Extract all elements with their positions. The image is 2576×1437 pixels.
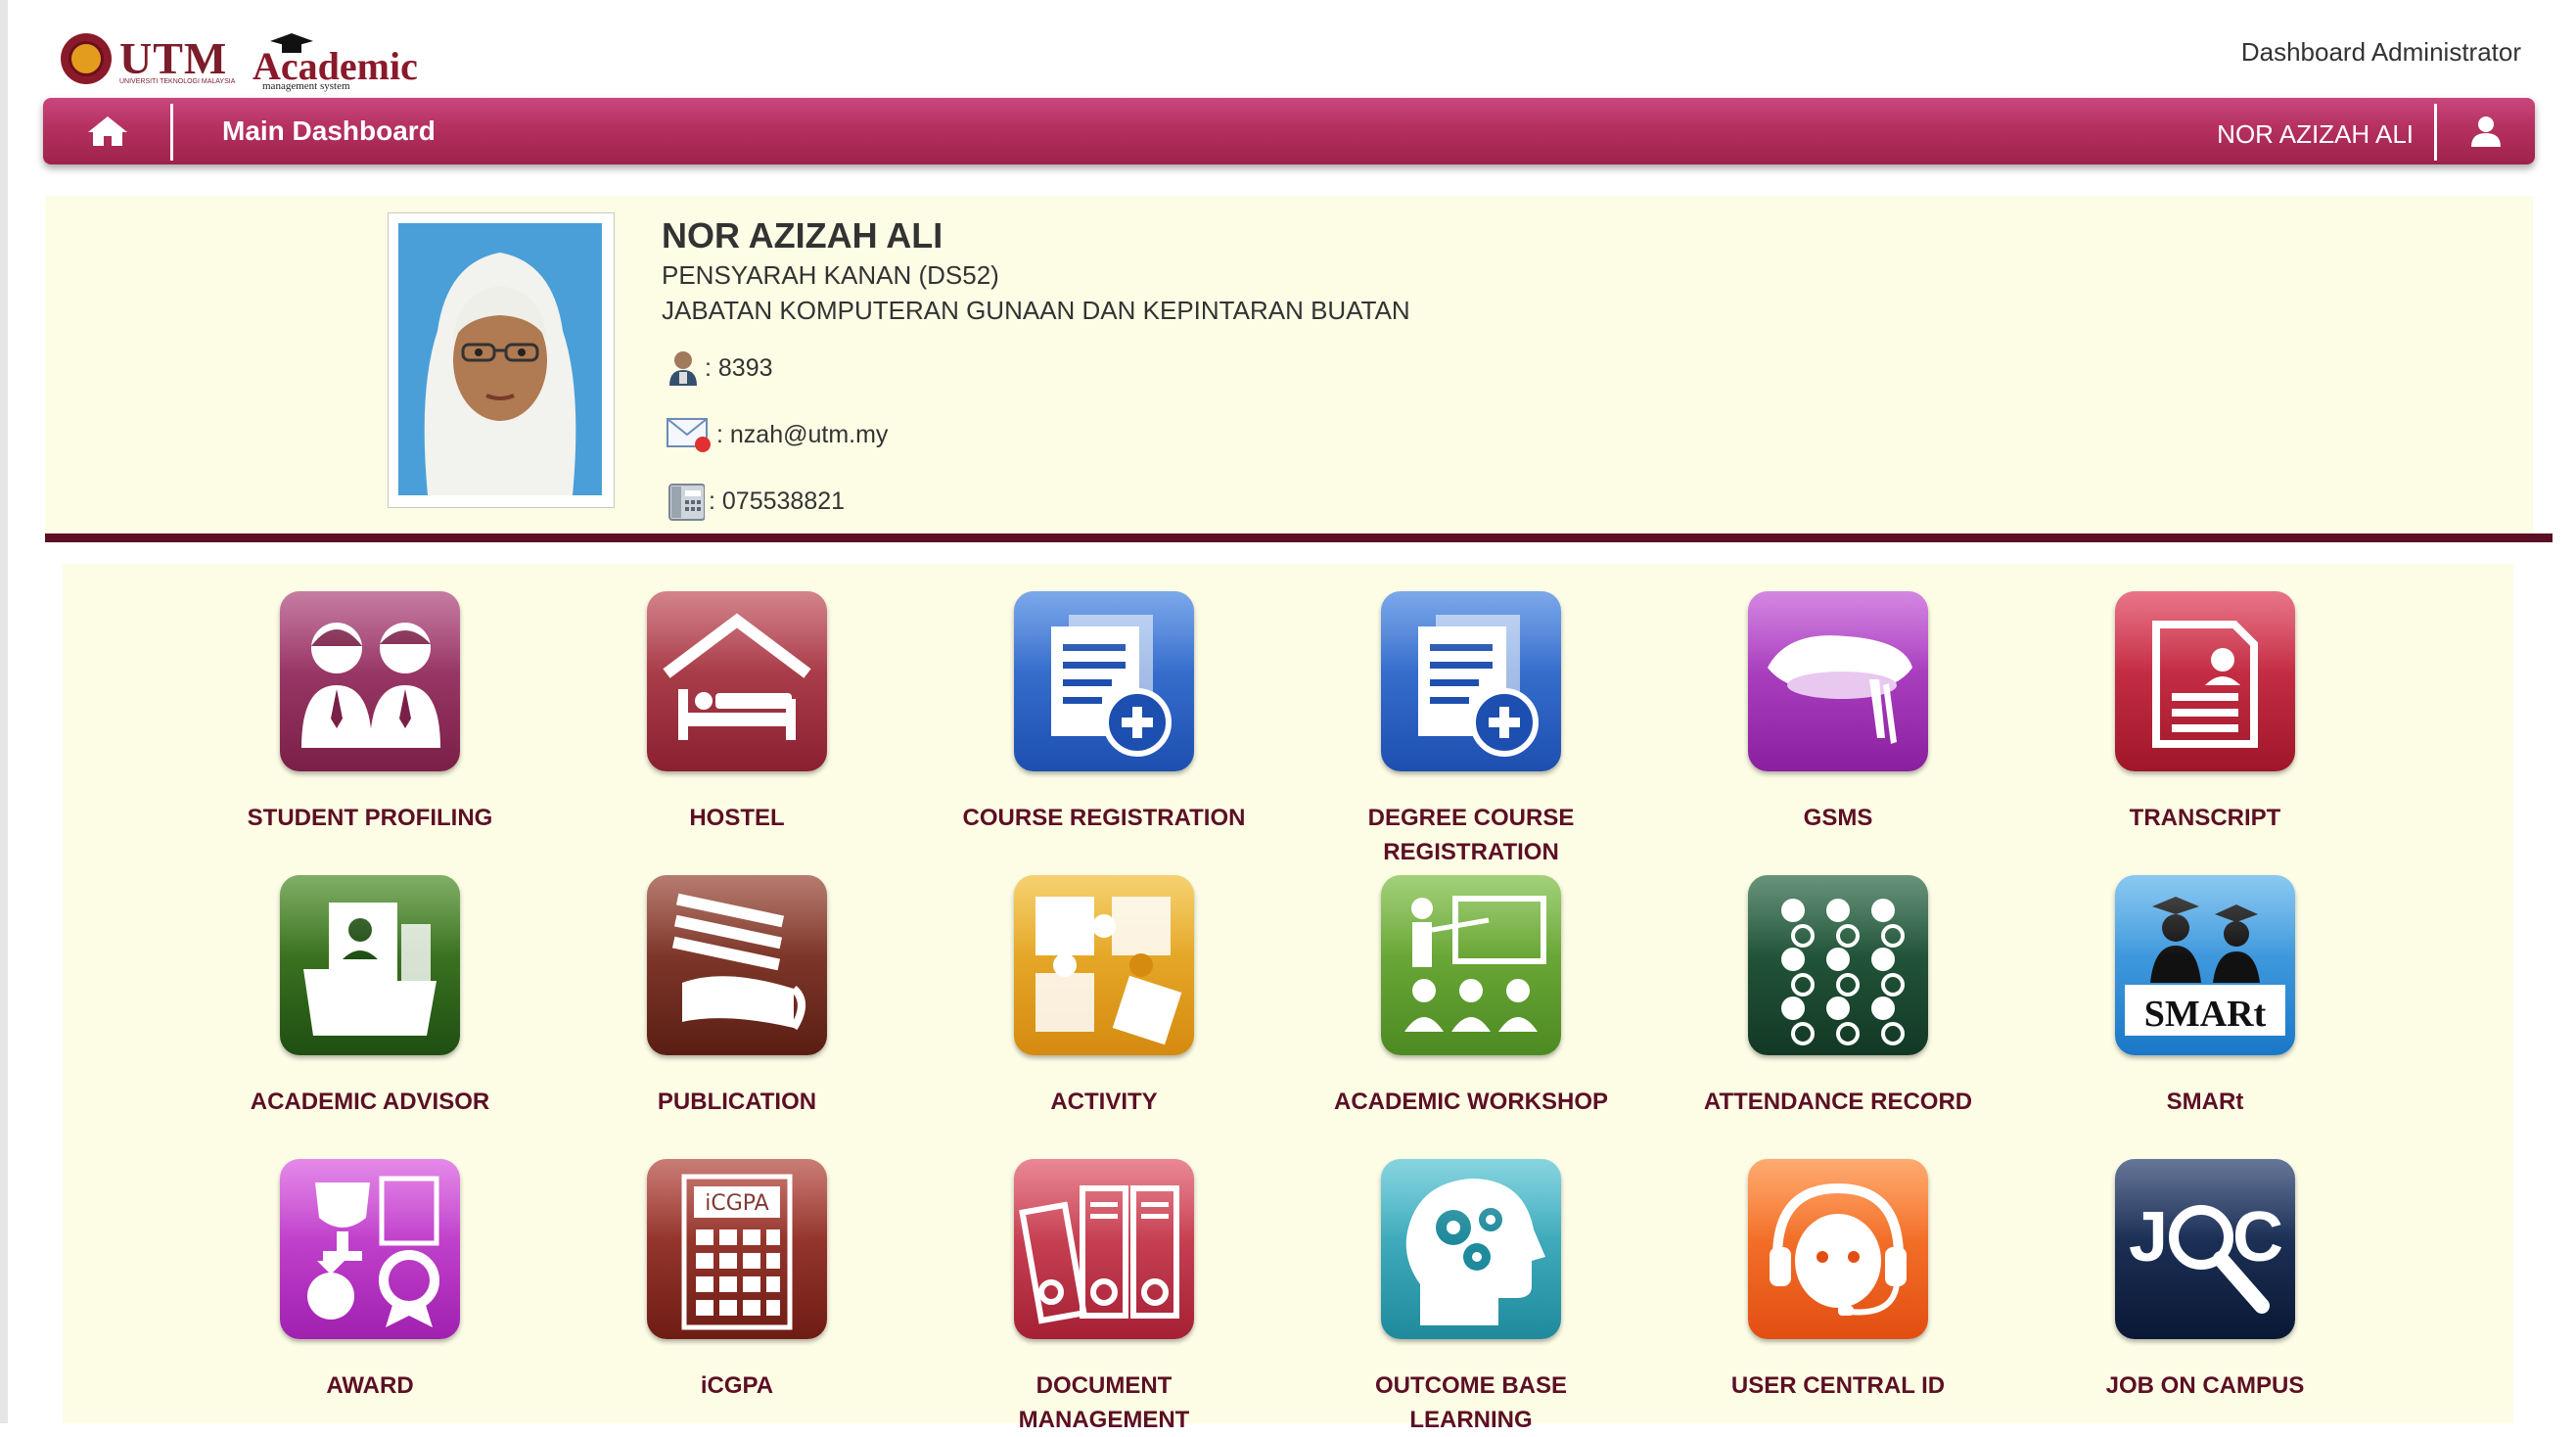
app-course-registration[interactable]: COURSE REGISTRATION [957, 591, 1251, 835]
user-menu-button[interactable] [2437, 98, 2535, 164]
app-label: ACADEMIC WORKSHOP [1334, 1089, 1608, 1115]
app-label: COURSE REGISTRATION [962, 805, 1246, 831]
app-label: PUBLICATION [657, 1089, 817, 1115]
email-icon [667, 418, 711, 452]
app-job-on-campus[interactable]: J C JOB ON CAMPUS [2058, 1159, 2352, 1403]
app-label: ACTIVITY [1050, 1089, 1158, 1115]
app-degree-course-registration[interactable]: DEGREE COURSE REGISTRATION [1324, 591, 1618, 869]
phone-row: : 075538821 [666, 481, 845, 522]
profile-photo-frame [388, 212, 615, 508]
svg-text:C: C [2232, 1198, 2283, 1276]
app-label: ACADEMIC ADVISOR [250, 1089, 490, 1115]
job-search-icon: J C [2115, 1159, 2295, 1339]
app-label: SMARt [2166, 1089, 2244, 1115]
app-gsms[interactable]: GSMS [1691, 591, 1985, 835]
nav-user-name[interactable]: NOR AZIZAH ALI [2217, 119, 2414, 150]
app-document-management[interactable]: DOCUMENT MANAGEMENT [957, 1159, 1251, 1437]
app-grid: STUDENT PROFILING HOSTEL COURSE REGISTRA… [63, 564, 2513, 1433]
head-gears-icon [1381, 1159, 1561, 1339]
attendance-icon [1748, 875, 1928, 1055]
app-outcome-base-learning[interactable]: OUTCOME BASE LEARNING [1324, 1159, 1618, 1437]
app-academic-workshop[interactable]: ACADEMIC WORKSHOP [1324, 875, 1618, 1119]
app-smart[interactable]: SMARt SMARt [2058, 875, 2352, 1119]
left-border [0, 0, 8, 1423]
phone-icon [668, 484, 705, 521]
profile-panel: NOR AZIZAH ALI PENSYARAH KANAN (DS52) JA… [45, 196, 2533, 533]
profile-divider [45, 533, 2553, 542]
app-publication[interactable]: PUBLICATION [590, 875, 884, 1119]
app-label: ATTENDANCE RECORD [1703, 1089, 1973, 1115]
main-navbar: Main Dashboard NOR AZIZAH ALI [43, 98, 2535, 164]
person-id-icon [669, 351, 697, 386]
utm-seal-icon [61, 33, 112, 84]
publication-books-icon [647, 875, 827, 1055]
app-transcript[interactable]: TRANSCRIPT [2058, 591, 2352, 835]
svg-text:SMARt: SMARt [2144, 994, 2267, 1035]
email-value[interactable]: : nzah@utm.my [716, 421, 888, 449]
nav-separator [170, 104, 173, 161]
staff-id-row: : 8393 [666, 348, 773, 389]
puzzle-icon [1014, 875, 1194, 1055]
profile-name: NOR AZIZAH ALI [662, 215, 943, 255]
svg-text:J: J [2129, 1198, 2168, 1276]
user-icon [2471, 116, 2501, 147]
smart-graduates-icon: SMARt [2115, 875, 2295, 1055]
binders-icon [1014, 1159, 1194, 1339]
app-hostel[interactable]: HOSTEL [590, 591, 884, 835]
transcript-icon [2115, 591, 2295, 771]
students-icon [280, 591, 460, 771]
app-activity[interactable]: ACTIVITY [957, 875, 1251, 1119]
graduation-hat-icon [1748, 591, 1928, 771]
app-label: STUDENT PROFILING [247, 805, 493, 831]
app-award[interactable]: AWARD [223, 1159, 517, 1403]
nav-title[interactable]: Main Dashboard [222, 116, 436, 147]
profile-position: PENSYARAH KANAN (DS52) [662, 260, 999, 290]
app-label: OUTCOME BASE LEARNING [1374, 1372, 1567, 1433]
app-label: JOB ON CAMPUS [2105, 1372, 2305, 1399]
phone-value: : 075538821 [709, 487, 846, 515]
support-headset-icon [1748, 1159, 1928, 1339]
app-label: AWARD [326, 1372, 414, 1399]
email-row: : nzah@utm.my [666, 414, 888, 455]
document-add-icon [1014, 591, 1194, 771]
app-label: iCGPA [700, 1372, 774, 1399]
app-label: DEGREE COURSE REGISTRATION [1367, 805, 1575, 865]
app-label: USER CENTRAL ID [1730, 1372, 1946, 1399]
app-label: GSMS [1803, 805, 1873, 831]
utm-logo[interactable]: UTM UNIVERSITI TEKNOLOGI MALAYSIA [61, 29, 235, 88]
award-trophy-icon [280, 1159, 460, 1339]
document-add-icon [1381, 591, 1561, 771]
app-icgpa[interactable]: iCGPA iCGPA [590, 1159, 884, 1403]
profile-photo [398, 223, 602, 495]
home-button[interactable] [43, 98, 172, 164]
app-user-central-id[interactable]: USER CENTRAL ID [1691, 1159, 1985, 1403]
app-label: TRANSCRIPT [2129, 805, 2281, 831]
app-label: HOSTEL [689, 805, 785, 831]
calculator-icon: iCGPA [647, 1159, 827, 1339]
svg-text:iCGPA: iCGPA [705, 1191, 768, 1216]
workshop-presenter-icon [1381, 875, 1561, 1055]
advisor-folder-icon [280, 875, 460, 1055]
role-label: Dashboard Administrator [2240, 37, 2521, 67]
utm-logo-subtext: UNIVERSITI TEKNOLOGI MALAYSIA [119, 78, 236, 85]
app-attendance-record[interactable]: ATTENDANCE RECORD [1691, 875, 1985, 1119]
app-academic-advisor[interactable]: ACADEMIC ADVISOR [223, 875, 517, 1119]
profile-department: JABATAN KOMPUTERAN GUNAAN DAN KEPINTARAN… [662, 296, 1410, 325]
app-label: DOCUMENT MANAGEMENT [1018, 1372, 1190, 1433]
home-icon [88, 116, 127, 146]
staff-id-value: : 8393 [705, 353, 773, 382]
utm-logo-text: UTM [119, 33, 228, 83]
hostel-bed-icon [647, 591, 827, 771]
app-student-profiling[interactable]: STUDENT PROFILING [223, 591, 517, 835]
academic-logo-subtext: management system [262, 80, 350, 92]
